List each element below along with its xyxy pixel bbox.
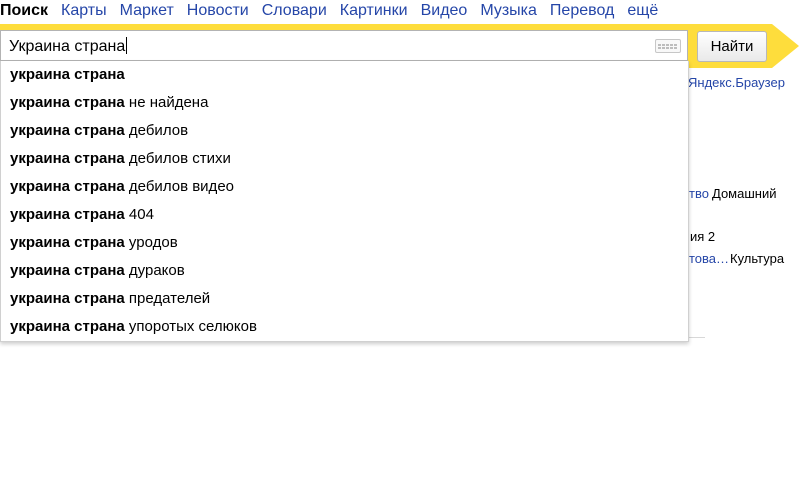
suggestion-item[interactable]: украина страна 404 bbox=[1, 201, 688, 229]
nav-item-images[interactable]: Картинки bbox=[340, 2, 408, 20]
bg-fragment-text-2: ия 2 bbox=[690, 229, 716, 244]
nav-item-translate[interactable]: Перевод bbox=[550, 2, 614, 20]
keyboard-icon[interactable] bbox=[655, 39, 681, 53]
bg-fragment-text-1: Домашний bbox=[712, 186, 777, 201]
suggestion-item[interactable]: украина страна упоротых селюков bbox=[1, 313, 688, 341]
nav-item-news[interactable]: Новости bbox=[187, 2, 249, 20]
suggestion-item[interactable]: украина страна уродов bbox=[1, 229, 688, 257]
bg-fragment-link-3[interactable]: това… bbox=[689, 251, 729, 266]
suggestion-item[interactable]: украина страна не найдена bbox=[1, 89, 688, 117]
nav-item-search: Поиск bbox=[0, 2, 49, 19]
nav-item-dictionaries[interactable]: Словари bbox=[262, 2, 327, 20]
suggestion-item[interactable]: украина страна предателей bbox=[1, 285, 688, 313]
suggestions-dropdown: украина страна украина страна не найдена… bbox=[0, 61, 689, 342]
nav-item-music[interactable]: Музыка bbox=[480, 2, 537, 20]
suggestion-item[interactable]: украина страна дебилов стихи bbox=[1, 145, 688, 173]
nav-item-market[interactable]: Маркет bbox=[120, 2, 174, 20]
search-input[interactable]: Украина страна bbox=[0, 30, 688, 61]
divider bbox=[689, 337, 705, 338]
nav-item-video[interactable]: Видео bbox=[421, 2, 468, 20]
suggestion-item[interactable]: украина страна дебилов видео bbox=[1, 173, 688, 201]
services-nav: Поиск Карты Маркет Новости Словари Карти… bbox=[0, 0, 671, 22]
suggestion-item[interactable]: украина страна дураков bbox=[1, 257, 688, 285]
nav-item-more[interactable]: ещё bbox=[627, 2, 658, 20]
bg-fragment-text-3: Культура bbox=[730, 251, 785, 266]
bg-fragment-link-1[interactable]: тво bbox=[689, 186, 709, 201]
nav-item-maps[interactable]: Карты bbox=[61, 2, 107, 20]
search-button[interactable]: Найти bbox=[697, 31, 767, 62]
browser-promo-link[interactable]: Яндекс.Браузер bbox=[688, 75, 785, 90]
suggestion-item[interactable]: украина страна дебилов bbox=[1, 117, 688, 145]
search-input-value: Украина страна bbox=[9, 37, 128, 55]
suggestion-item[interactable]: украина страна bbox=[1, 61, 688, 89]
text-caret bbox=[126, 37, 128, 54]
